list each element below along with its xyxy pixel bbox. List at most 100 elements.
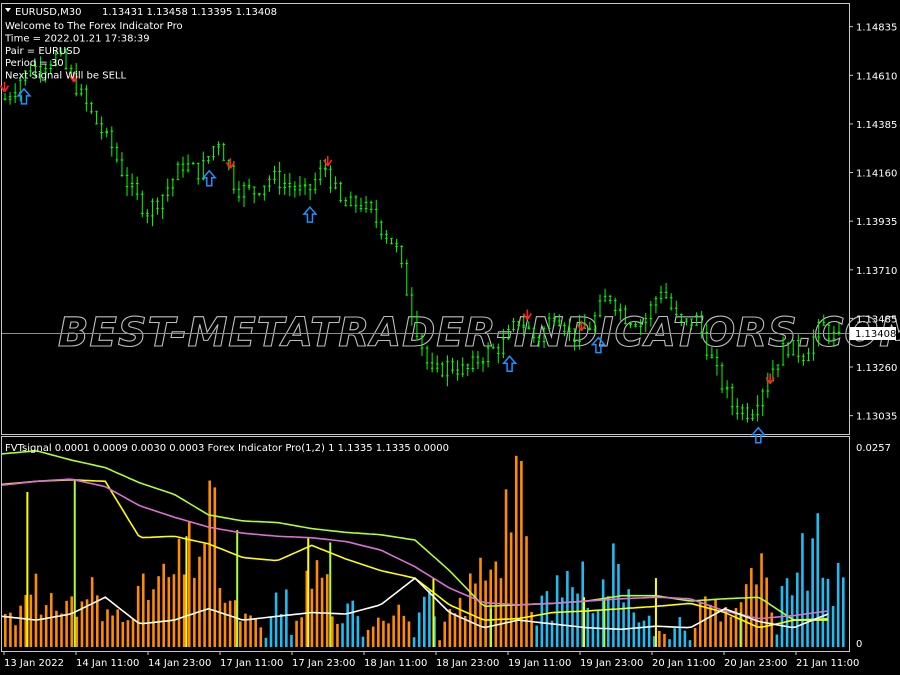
info-line: Period = 30	[5, 58, 64, 69]
histogram-bar	[295, 620, 298, 647]
histogram-bar	[693, 627, 697, 647]
histogram-bar	[187, 522, 191, 647]
histogram-bar	[397, 604, 401, 647]
time-tick-label: 17 Jan 23:00	[292, 658, 355, 669]
histogram-bar	[571, 587, 574, 647]
histogram-bar	[801, 533, 804, 647]
histogram-bar	[213, 487, 217, 647]
histogram-bar	[152, 589, 155, 647]
histogram-bar	[172, 574, 176, 647]
histogram-bar	[351, 600, 355, 647]
info-line: Pair = EURUSD	[5, 46, 81, 57]
histogram-bar	[70, 596, 74, 647]
histogram-bar	[126, 620, 130, 647]
histogram-bar	[121, 621, 125, 647]
histogram-bar	[560, 597, 564, 647]
histogram-bar	[658, 630, 661, 647]
histogram-bar	[448, 608, 452, 647]
histogram-bar	[95, 595, 99, 647]
histogram-bar	[325, 574, 329, 647]
price-tick-label: 1.13035	[856, 412, 897, 423]
histogram-bar	[116, 609, 120, 647]
histogram-bar	[60, 613, 63, 647]
histogram-bar	[361, 636, 365, 647]
histogram-bar	[341, 623, 344, 647]
histogram-bar	[826, 578, 830, 647]
histogram-bar	[285, 589, 288, 647]
histogram-bar	[816, 513, 820, 647]
histogram-bar	[228, 600, 232, 647]
histogram-bar	[290, 634, 293, 647]
histogram-bar	[182, 574, 186, 647]
histogram-bar	[468, 573, 472, 647]
histogram-bar	[453, 613, 457, 647]
histogram-bar	[392, 615, 395, 647]
histogram-bar	[49, 593, 53, 647]
time-tick-label: 19 Jan 23:00	[580, 658, 643, 669]
price-tick-label: 1.14385	[856, 120, 897, 131]
histogram-bar	[566, 570, 569, 647]
histogram-bar	[65, 600, 68, 647]
histogram-bar	[811, 538, 814, 647]
current-price-label: 1.13408	[855, 329, 896, 340]
histogram-bar	[591, 613, 595, 647]
histogram-bar	[223, 602, 227, 647]
histogram-bar	[208, 480, 211, 647]
histogram-bar	[131, 618, 135, 647]
histogram-bar	[525, 536, 528, 647]
time-tick-label: 20 Jan 11:00	[652, 658, 715, 669]
indicator-axis: 0.0257 0	[856, 443, 891, 650]
histogram-bar	[668, 639, 671, 647]
histogram-bar	[136, 585, 140, 647]
histogram-bar	[443, 621, 447, 647]
info-line: Time = 2022.01.21 17:38:39	[4, 33, 150, 44]
histogram-bar	[412, 637, 416, 647]
mt4-chart-window[interactable]: BEST-METATRADER-INDICATORS.COM EURUSD,M3…	[0, 0, 900, 675]
histogram-bar	[203, 543, 206, 647]
indicator-label: FVTsignal 0.0001 0.0009 0.0030 0.0003 Fo…	[5, 443, 449, 454]
indicator-tick-label: 0	[856, 639, 862, 650]
price-tick-label: 1.13485	[856, 314, 897, 325]
histogram-bar	[729, 616, 733, 647]
histogram-bar	[75, 616, 79, 647]
histogram-bar	[765, 577, 768, 647]
price-tick-label: 1.14610	[856, 71, 897, 82]
price-tick-label: 1.13935	[856, 217, 897, 228]
histogram-bar	[673, 628, 676, 647]
histogram-bar	[162, 563, 166, 647]
histogram-bar	[315, 560, 319, 647]
histogram-bar	[775, 634, 779, 647]
histogram-bar	[484, 580, 487, 647]
time-tick-label: 13 Jan 2022	[4, 658, 64, 669]
histogram-bar	[167, 577, 171, 647]
histogram-bar	[239, 621, 242, 647]
histogram-bar	[663, 633, 666, 647]
info-line: Welcome to The Forex Indicator Pro	[5, 21, 183, 32]
histogram-bar	[407, 621, 411, 647]
time-tick-label: 20 Jan 23:00	[724, 658, 787, 669]
histogram-bar	[141, 573, 145, 647]
histogram-bar	[259, 627, 263, 647]
histogram-bar	[371, 626, 375, 647]
histogram-bar	[244, 613, 247, 647]
histogram-bar	[612, 543, 615, 647]
histogram-bar	[29, 594, 33, 647]
time-tick-label: 19 Jan 11:00	[508, 658, 571, 669]
histogram-bar	[520, 460, 523, 647]
histogram-bar	[617, 563, 620, 647]
histogram-bar	[264, 637, 268, 647]
histogram-bar	[545, 591, 549, 647]
time-tick-label: 18 Jan 23:00	[436, 658, 499, 669]
histogram-bar	[750, 568, 753, 647]
histogram-bar	[796, 572, 799, 647]
time-tick-label: 14 Jan 23:00	[148, 658, 211, 669]
histogram-bar	[509, 532, 513, 647]
histogram-bar	[632, 612, 636, 647]
histogram-bar	[254, 619, 257, 647]
histogram-bar	[218, 587, 222, 647]
histogram-bar	[346, 603, 349, 647]
symbol-timeframe: EURUSD,M30	[15, 7, 81, 18]
histogram-bar	[831, 605, 835, 647]
histogram-bar	[198, 556, 201, 647]
histogram-bar	[177, 538, 181, 647]
